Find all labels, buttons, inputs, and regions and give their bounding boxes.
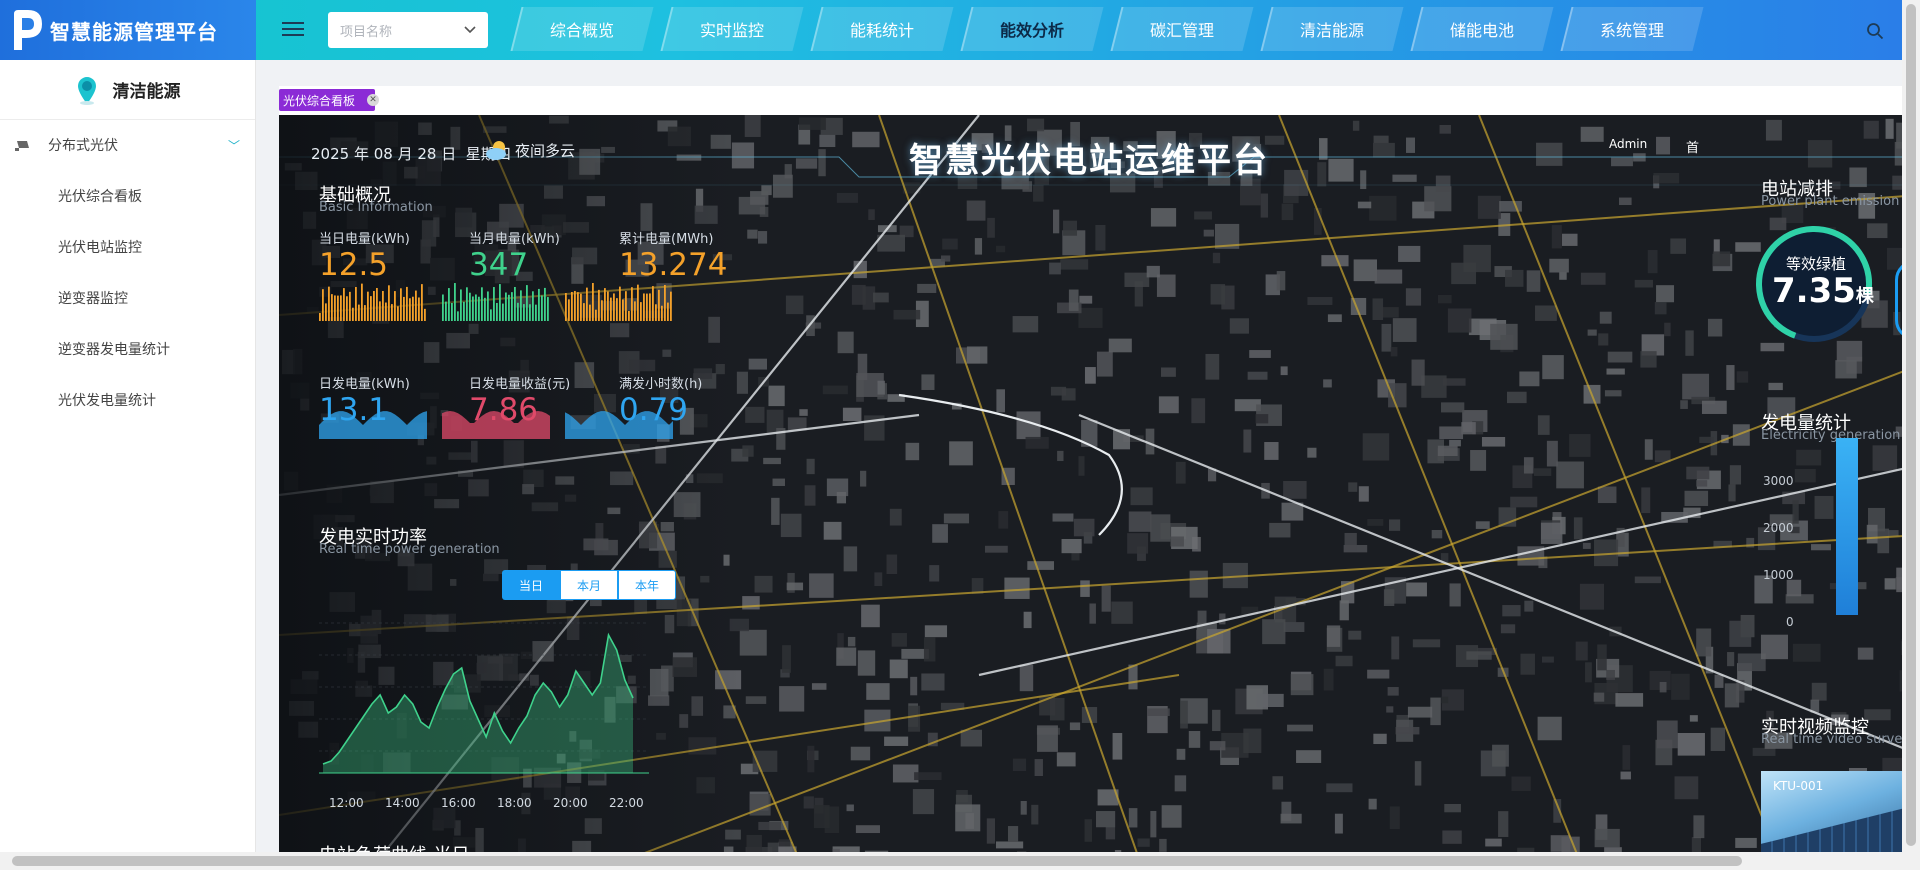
solar-panels-image [1761, 794, 1920, 859]
chevron-down-icon: ﹀ [228, 138, 241, 153]
x-tick-label: 12:00 [329, 796, 364, 810]
realtime-power-chart [319, 622, 649, 774]
vertical-scrollbar[interactable] [1902, 0, 1920, 852]
tab-label: 光伏综合看板 [283, 93, 356, 108]
sidebar-item-inverter-generation-stats[interactable]: 逆变器发电量统计 [0, 323, 255, 374]
nav-energy-stats[interactable]: 能耗统计 [816, 7, 948, 51]
range-year-button[interactable]: 本年 [618, 570, 676, 600]
range-month-button[interactable]: 本月 [560, 570, 618, 600]
sidebar-item-inverter-monitor[interactable]: 逆变器监控 [0, 272, 255, 323]
sidebar-item-pv-station-monitor[interactable]: 光伏电站监控 [0, 221, 255, 272]
app-title: 智慧能源管理平台 [50, 19, 218, 44]
nav-overview[interactable]: 综合概览 [516, 7, 648, 51]
close-icon[interactable]: ✕ [367, 94, 380, 106]
emission-subtitle: Power plant emission [1761, 194, 1900, 209]
x-tick-label: 14:00 [385, 796, 420, 810]
y-tick-label: 2000 [1763, 521, 1794, 535]
power-area [323, 635, 633, 773]
x-tick-label: 20:00 [553, 796, 588, 810]
sidebar-title: 清洁能源 [112, 82, 181, 102]
video-subtitle: Real time video surve [1761, 732, 1903, 747]
nav-efficiency-analysis[interactable]: 能效分析 [966, 7, 1098, 51]
pv-dashboard-board: 2025 年 08 月 28 日 星期四 夜间多云 智慧光伏电站运维平台 Adm… [279, 115, 1920, 859]
realtime-power-subtitle: Real time power generation [319, 542, 500, 557]
top-bar: 智慧能源管理平台 项目名称 综合概览 实时监控 能耗统计 能效分析 碳汇管理 清… [0, 0, 1920, 60]
location-pin-icon [77, 76, 96, 105]
tab-pv-dashboard[interactable]: 光伏综合看板 ✕ [279, 89, 380, 111]
video-thumbnail[interactable]: KTU-001 [1761, 771, 1920, 859]
sidebar-item-pv-generation-stats[interactable]: 光伏发电量统计 [0, 374, 255, 425]
emission-value-wrap: 7.35棵 [1772, 271, 1874, 311]
generation-bar-chart [1836, 438, 1858, 615]
generation-bar [1836, 438, 1858, 615]
y-tick-label: 3000 [1763, 474, 1794, 488]
project-select[interactable]: 项目名称 [328, 12, 488, 48]
sidebar: 清洁能源 分布式光伏 ﹀ 光伏综合看板 光伏电站监控 逆变器监控 逆变器发电量统… [0, 60, 256, 870]
search-icon[interactable] [1866, 22, 1884, 40]
nav-carbon[interactable]: 碳汇管理 [1116, 7, 1248, 51]
x-tick-label: 22:00 [609, 796, 644, 810]
tab-strip [279, 86, 1919, 116]
y-tick-label: 0 [1786, 615, 1794, 629]
board-title: 智慧光伏电站运维平台 [909, 141, 1269, 181]
x-tick-label: 18:00 [497, 796, 532, 810]
horizontal-scrollbar[interactable] [0, 852, 1920, 870]
emission-unit: 棵 [1855, 286, 1874, 307]
main-area: 光伏综合看板 ✕ 2025 年 08 月 28 日 星期四 夜间多云 智慧光伏电… [257, 60, 1920, 870]
app-logo[interactable]: 智慧能源管理平台 [0, 0, 256, 60]
main-nav: 综合概览 实时监控 能耗统计 能效分析 碳汇管理 清洁能源 储能电池 系统管理 [516, 7, 1716, 53]
camera-label: KTU-001 [1773, 779, 1824, 793]
sidebar-header: 清洁能源 [0, 60, 255, 120]
project-select-placeholder: 项目名称 [340, 24, 393, 40]
emission-value: 7.35 [1772, 271, 1856, 311]
sidebar-group-label: 分布式光伏 [48, 138, 118, 154]
nav-system[interactable]: 系统管理 [1566, 7, 1698, 51]
nav-realtime-monitor[interactable]: 实时监控 [666, 7, 798, 51]
stat-sparklines [319, 283, 673, 439]
nav-storage-battery[interactable]: 储能电池 [1416, 7, 1548, 51]
sidebar-item-pv-dashboard[interactable]: 光伏综合看板 [0, 170, 255, 221]
y-tick-label: 1000 [1763, 568, 1794, 582]
home-link[interactable]: 首 [1686, 137, 1699, 156]
menu-toggle-icon[interactable] [282, 18, 304, 40]
solar-panel-icon [15, 141, 29, 151]
nav-clean-energy[interactable]: 清洁能源 [1266, 7, 1398, 51]
x-tick-label: 16:00 [441, 796, 476, 810]
range-today-button[interactable]: 当日 [502, 570, 560, 600]
sidebar-group-distributed-pv[interactable]: 分布式光伏 ﹀ [0, 120, 255, 170]
user-name[interactable]: Admin [1609, 137, 1647, 151]
chevron-down-icon [464, 26, 476, 34]
logo-icon [14, 10, 42, 50]
